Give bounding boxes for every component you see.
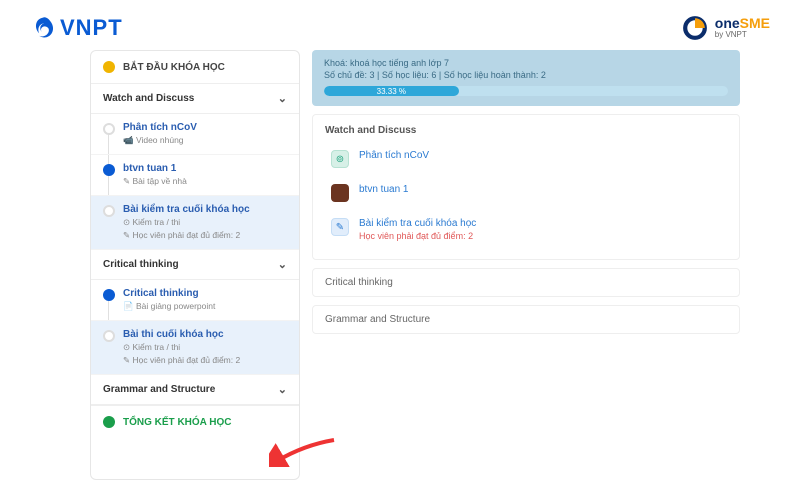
- collapsed-section-critical[interactable]: Critical thinking: [312, 268, 740, 297]
- item-sub2: ✎ Học viên phải đạt đủ điểm: 2: [123, 230, 250, 241]
- item-title: btvn tuan 1: [123, 163, 187, 174]
- sidebar-item[interactable]: btvn tuan 1 ✎ Bài tập về nhà: [91, 155, 299, 196]
- sidebar-critical-list: Critical thinking 📄 Bài giảng powerpoint…: [91, 280, 299, 375]
- item-title: Phân tích nCoV: [123, 122, 197, 133]
- video-icon: ⊚: [331, 150, 349, 168]
- end-dot-icon: [103, 416, 115, 428]
- sidebar-start[interactable]: BẮT ĐẦU KHÓA HỌC: [91, 51, 299, 84]
- sidebar-item-active[interactable]: Bài thi cuối khóa học ⊙ Kiểm tra / thi ✎…: [91, 321, 299, 375]
- status-dot-icon: [103, 330, 115, 342]
- item-title: Bài thi cuối khóa học: [123, 329, 240, 340]
- chevron-down-icon: ⌄: [278, 92, 287, 105]
- row-title: btvn tuan 1: [359, 184, 408, 195]
- vnpt-swirl-icon: [30, 15, 56, 41]
- onesme-logo: oneSME by VNPT: [681, 14, 770, 42]
- status-dot-icon: [103, 164, 115, 176]
- vnpt-label: VNPT: [60, 15, 123, 41]
- item-sub2: ✎ Học viên phải đạt đủ điểm: 2: [123, 355, 240, 366]
- item-sub: ✎ Bài tập về nhà: [123, 176, 187, 187]
- start-dot-icon: [103, 61, 115, 73]
- row-title: Phân tích nCoV: [359, 150, 429, 161]
- section-label: Critical thinking: [103, 259, 179, 270]
- item-sub: ⊙ Kiểm tra / thi: [123, 217, 250, 228]
- sidebar-section-watch[interactable]: Watch and Discuss ⌄: [91, 84, 299, 114]
- exam-icon: ✎: [331, 218, 349, 236]
- content-row[interactable]: btvn tuan 1: [325, 176, 727, 210]
- chevron-down-icon: ⌄: [278, 258, 287, 271]
- panel-title: Watch and Discuss: [325, 125, 727, 136]
- row-title: Bài kiểm tra cuối khóa học: [359, 218, 476, 229]
- item-title: Critical thinking: [123, 288, 215, 299]
- collapsed-section-grammar[interactable]: Grammar and Structure: [312, 305, 740, 334]
- item-sub: ⊙ Kiểm tra / thi: [123, 342, 240, 353]
- course-stats: Số chủ đề: 3 | Số học liệu: 6 | Số học l…: [324, 70, 728, 80]
- status-dot-icon: [103, 205, 115, 217]
- content-area: BẮT ĐẦU KHÓA HỌC Watch and Discuss ⌄ Phâ…: [0, 50, 800, 500]
- content-row[interactable]: ✎ Bài kiểm tra cuối khóa học Học viên ph…: [325, 210, 727, 249]
- course-title: Khoá: khoá học tiếng anh lớp 7: [324, 58, 728, 68]
- sidebar-section-grammar[interactable]: Grammar and Structure ⌄: [91, 375, 299, 405]
- sidebar-item[interactable]: Phân tích nCoV 📹 Video nhúng: [91, 114, 299, 155]
- end-title: TỔNG KẾT KHÓA HỌC: [123, 417, 232, 428]
- section-label: Grammar and Structure: [103, 384, 215, 395]
- chevron-down-icon: ⌄: [278, 383, 287, 396]
- course-sidebar: BẮT ĐẦU KHÓA HỌC Watch and Discuss ⌄ Phâ…: [90, 50, 300, 480]
- collapsed-label: Grammar and Structure: [325, 314, 430, 325]
- progress-track: 33.33 %: [324, 86, 728, 96]
- collapsed-label: Critical thinking: [325, 277, 393, 288]
- item-sub: 📹 Video nhúng: [123, 135, 197, 146]
- row-sub: Học viên phải đạt đủ điểm: 2: [359, 231, 476, 241]
- onesme-subtext: by VNPT: [715, 30, 770, 39]
- app-header: VNPT oneSME by VNPT: [0, 0, 800, 50]
- watch-panel: Watch and Discuss ⊚ Phân tích nCoV btvn …: [312, 114, 740, 260]
- vnpt-logo: VNPT: [30, 15, 123, 41]
- item-title: Bài kiểm tra cuối khóa học: [123, 204, 250, 215]
- sidebar-end[interactable]: TỔNG KẾT KHÓA HỌC: [91, 405, 299, 438]
- start-title: BẮT ĐẦU KHÓA HỌC: [123, 62, 225, 73]
- section-label: Watch and Discuss: [103, 93, 194, 104]
- sidebar-section-critical[interactable]: Critical thinking ⌄: [91, 250, 299, 280]
- status-dot-icon: [103, 289, 115, 301]
- content-row[interactable]: ⊚ Phân tích nCoV: [325, 142, 727, 176]
- status-dot-icon: [103, 123, 115, 135]
- onesme-circle-icon: [681, 14, 709, 42]
- main-panel: Khoá: khoá học tiếng anh lớp 7 Số chủ đề…: [312, 50, 740, 480]
- homework-icon: [331, 184, 349, 202]
- sidebar-watch-list: Phân tích nCoV 📹 Video nhúng btvn tuan 1…: [91, 114, 299, 250]
- course-progress-bar: Khoá: khoá học tiếng anh lớp 7 Số chủ đề…: [312, 50, 740, 106]
- item-sub: 📄 Bài giảng powerpoint: [123, 301, 215, 312]
- sidebar-item[interactable]: Critical thinking 📄 Bài giảng powerpoint: [91, 280, 299, 321]
- sidebar-item-active[interactable]: Bài kiểm tra cuối khóa học ⊙ Kiểm tra / …: [91, 196, 299, 250]
- onesme-text: oneSME: [715, 16, 770, 30]
- progress-fill: 33.33 %: [324, 86, 459, 96]
